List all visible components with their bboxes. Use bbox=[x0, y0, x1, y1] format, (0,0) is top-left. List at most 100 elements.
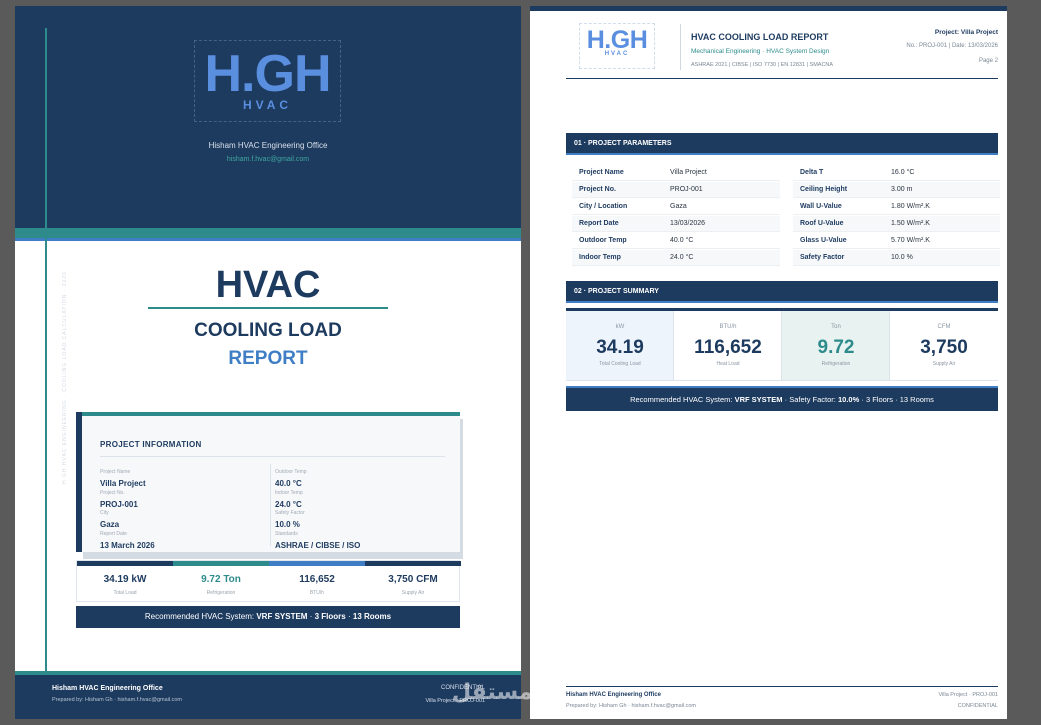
info-label: Safety Factor bbox=[275, 510, 305, 516]
cover-footer: Hisham HVAC Engineering Office Prepared … bbox=[15, 675, 521, 719]
param-value: Villa Project bbox=[670, 169, 707, 176]
stat-total-load: 34.19 kW Total Load bbox=[77, 561, 173, 601]
stat-value: 116,652 bbox=[299, 574, 335, 585]
stat-value: 34.19 kW bbox=[103, 574, 147, 585]
separator: · bbox=[762, 48, 765, 55]
stat-value: 3,750 CFM bbox=[388, 574, 438, 585]
footer-project: Villa Project · PROJ-001 bbox=[938, 692, 998, 698]
project-info-card: PROJECT INFORMATION Project Name Villa P… bbox=[76, 412, 460, 552]
param-value: 16.0 °C bbox=[891, 169, 915, 176]
separator: · bbox=[309, 612, 313, 621]
cover-subtitle-report: REPORT bbox=[228, 348, 308, 369]
stat-btuh: 116,652 BTU/h bbox=[269, 561, 365, 601]
page-topbar bbox=[530, 6, 1007, 11]
divider bbox=[100, 456, 445, 457]
logo-sub-text: HVAC bbox=[242, 98, 293, 112]
info-value: Villa Project bbox=[100, 479, 146, 488]
param-key: Project No. bbox=[579, 186, 616, 193]
title-rule bbox=[148, 307, 388, 309]
param-row: Delta T 16.0 °C bbox=[793, 165, 1000, 181]
section-header-parameters: 01 · PROJECT PARAMETERS bbox=[566, 133, 998, 155]
stat-label: Supply Air bbox=[401, 590, 425, 596]
param-key: Report Date bbox=[579, 220, 619, 227]
summary-value: 34.19 bbox=[596, 337, 644, 358]
stat-refrigeration: 9.72 Ton Refrigeration bbox=[173, 561, 269, 601]
rec-rooms: 13 Rooms bbox=[899, 395, 934, 404]
office-name: Hisham HVAC Engineering Office bbox=[208, 141, 328, 150]
param-row: City / Location Gaza bbox=[572, 199, 780, 215]
cover-page: H.GH HVAC Hisham HVAC Engineering Office… bbox=[15, 6, 521, 719]
logo-main-text: H.GH bbox=[586, 26, 648, 54]
header-project: Project: Villa Project bbox=[934, 29, 998, 36]
rec-prefix: Recommended HVAC System: bbox=[630, 395, 733, 404]
prepared-by: Prepared by: Hisham Gh bbox=[566, 703, 627, 709]
card-topbar bbox=[82, 412, 460, 416]
summary-cell-kw: kW 34.19 Total Cooling Load bbox=[566, 311, 674, 380]
report-title: HVAC COOLING LOAD REPORT bbox=[691, 32, 829, 42]
summary-label: Refrigeration bbox=[821, 361, 851, 367]
footer-project-name: Villa Project bbox=[938, 692, 968, 698]
prepared-by: Prepared by: Hisham Gh bbox=[52, 697, 113, 703]
separator: · bbox=[861, 395, 864, 404]
param-row: Indoor Temp 24.0 °C bbox=[572, 250, 780, 266]
subtitle-scope: HVAC System Design bbox=[766, 48, 830, 55]
param-value: 24.0 °C bbox=[670, 254, 694, 261]
rec-floors: 3 Floors bbox=[314, 612, 346, 621]
header-number-date: No.: PROJ-001 | Date: 13/03/2026 bbox=[906, 43, 998, 49]
param-key: Delta T bbox=[800, 169, 824, 176]
logo-sub-text: HVAC bbox=[604, 51, 630, 57]
param-row: Wall U-Value 1.80 W/m².K bbox=[793, 199, 1000, 215]
param-row: Outdoor Temp 40.0 °C bbox=[572, 233, 780, 249]
summary-value: 3,750 bbox=[920, 337, 968, 358]
header-rule bbox=[566, 78, 998, 79]
stat-bar bbox=[365, 561, 461, 566]
footer-prepared: Prepared by: Hisham Gh · hisham.f.hvac@g… bbox=[566, 703, 696, 709]
info-value: Gaza bbox=[100, 520, 120, 529]
info-label: Standards bbox=[275, 531, 298, 537]
summary-label: Heat Load bbox=[716, 361, 740, 367]
param-row: Ceiling Height 3.00 m bbox=[793, 182, 1000, 198]
summary-value: 9.72 bbox=[817, 337, 855, 358]
info-value: 13 March 2026 bbox=[100, 541, 155, 550]
footer-prepared: Prepared by: Hisham Gh · hisham.f.hvac@g… bbox=[52, 697, 182, 703]
rec-safety: 10.0% bbox=[837, 395, 860, 404]
confidential-label: CONFIDENTIAL bbox=[957, 703, 998, 709]
footer-project-no: PROJ-001 bbox=[972, 692, 998, 698]
footer-email: hisham.f.hvac@gmail.com bbox=[631, 703, 697, 709]
logo-main-text: H.GH bbox=[204, 45, 332, 103]
param-key: Ceiling Height bbox=[800, 186, 848, 193]
page-number: Page 2 bbox=[978, 58, 998, 64]
summary-unit: Ton bbox=[831, 324, 841, 330]
report-subtitle: Mechanical Engineering · HVAC System Des… bbox=[691, 48, 829, 55]
summary-cell-cfm: CFM 3,750 Supply Air bbox=[890, 311, 998, 380]
separator: · bbox=[895, 395, 898, 404]
param-row: Project Name Villa Project bbox=[572, 165, 780, 181]
info-value: 40.0 °C bbox=[275, 479, 302, 488]
stat-label: Refrigeration bbox=[206, 590, 236, 596]
accent-band bbox=[15, 228, 521, 238]
footer-office: Hisham HVAC Engineering Office bbox=[566, 692, 661, 698]
param-row: Report Date 13/03/2026 bbox=[572, 216, 780, 232]
param-value: 1.80 W/m².K bbox=[891, 203, 930, 210]
summary-label: Total Cooling Load bbox=[599, 361, 641, 367]
info-value: PROJ-001 bbox=[100, 500, 138, 509]
recommendation-banner: Recommended HVAC System: VRF SYSTEM · Sa… bbox=[566, 386, 998, 411]
rec-system: VRF SYSTEM bbox=[256, 612, 308, 621]
param-row: Glass U-Value 5.70 W/m².K bbox=[793, 233, 1000, 249]
info-label: Project No. bbox=[100, 490, 125, 496]
param-value: 10.0 % bbox=[891, 254, 913, 261]
param-row: Project No. PROJ-001 bbox=[572, 182, 780, 198]
param-value: PROJ-001 bbox=[670, 186, 703, 193]
separator: · bbox=[347, 612, 351, 621]
param-value: 1.50 W/m².K bbox=[891, 220, 930, 227]
company-logo-small: H.GH HVAC bbox=[579, 23, 655, 69]
rec-system: VRF SYSTEM bbox=[734, 395, 783, 404]
office-email: hisham.f.hvac@gmail.com bbox=[226, 156, 310, 163]
info-label: Project Name bbox=[100, 469, 131, 475]
info-label: Report Date bbox=[100, 531, 127, 537]
stat-label: Total Load bbox=[113, 590, 137, 596]
param-value: Gaza bbox=[670, 203, 687, 210]
subtitle-discipline: Mechanical Engineering bbox=[691, 48, 761, 55]
param-value: 5.70 W/m².K bbox=[891, 237, 930, 244]
param-value: 40.0 °C bbox=[670, 237, 694, 244]
